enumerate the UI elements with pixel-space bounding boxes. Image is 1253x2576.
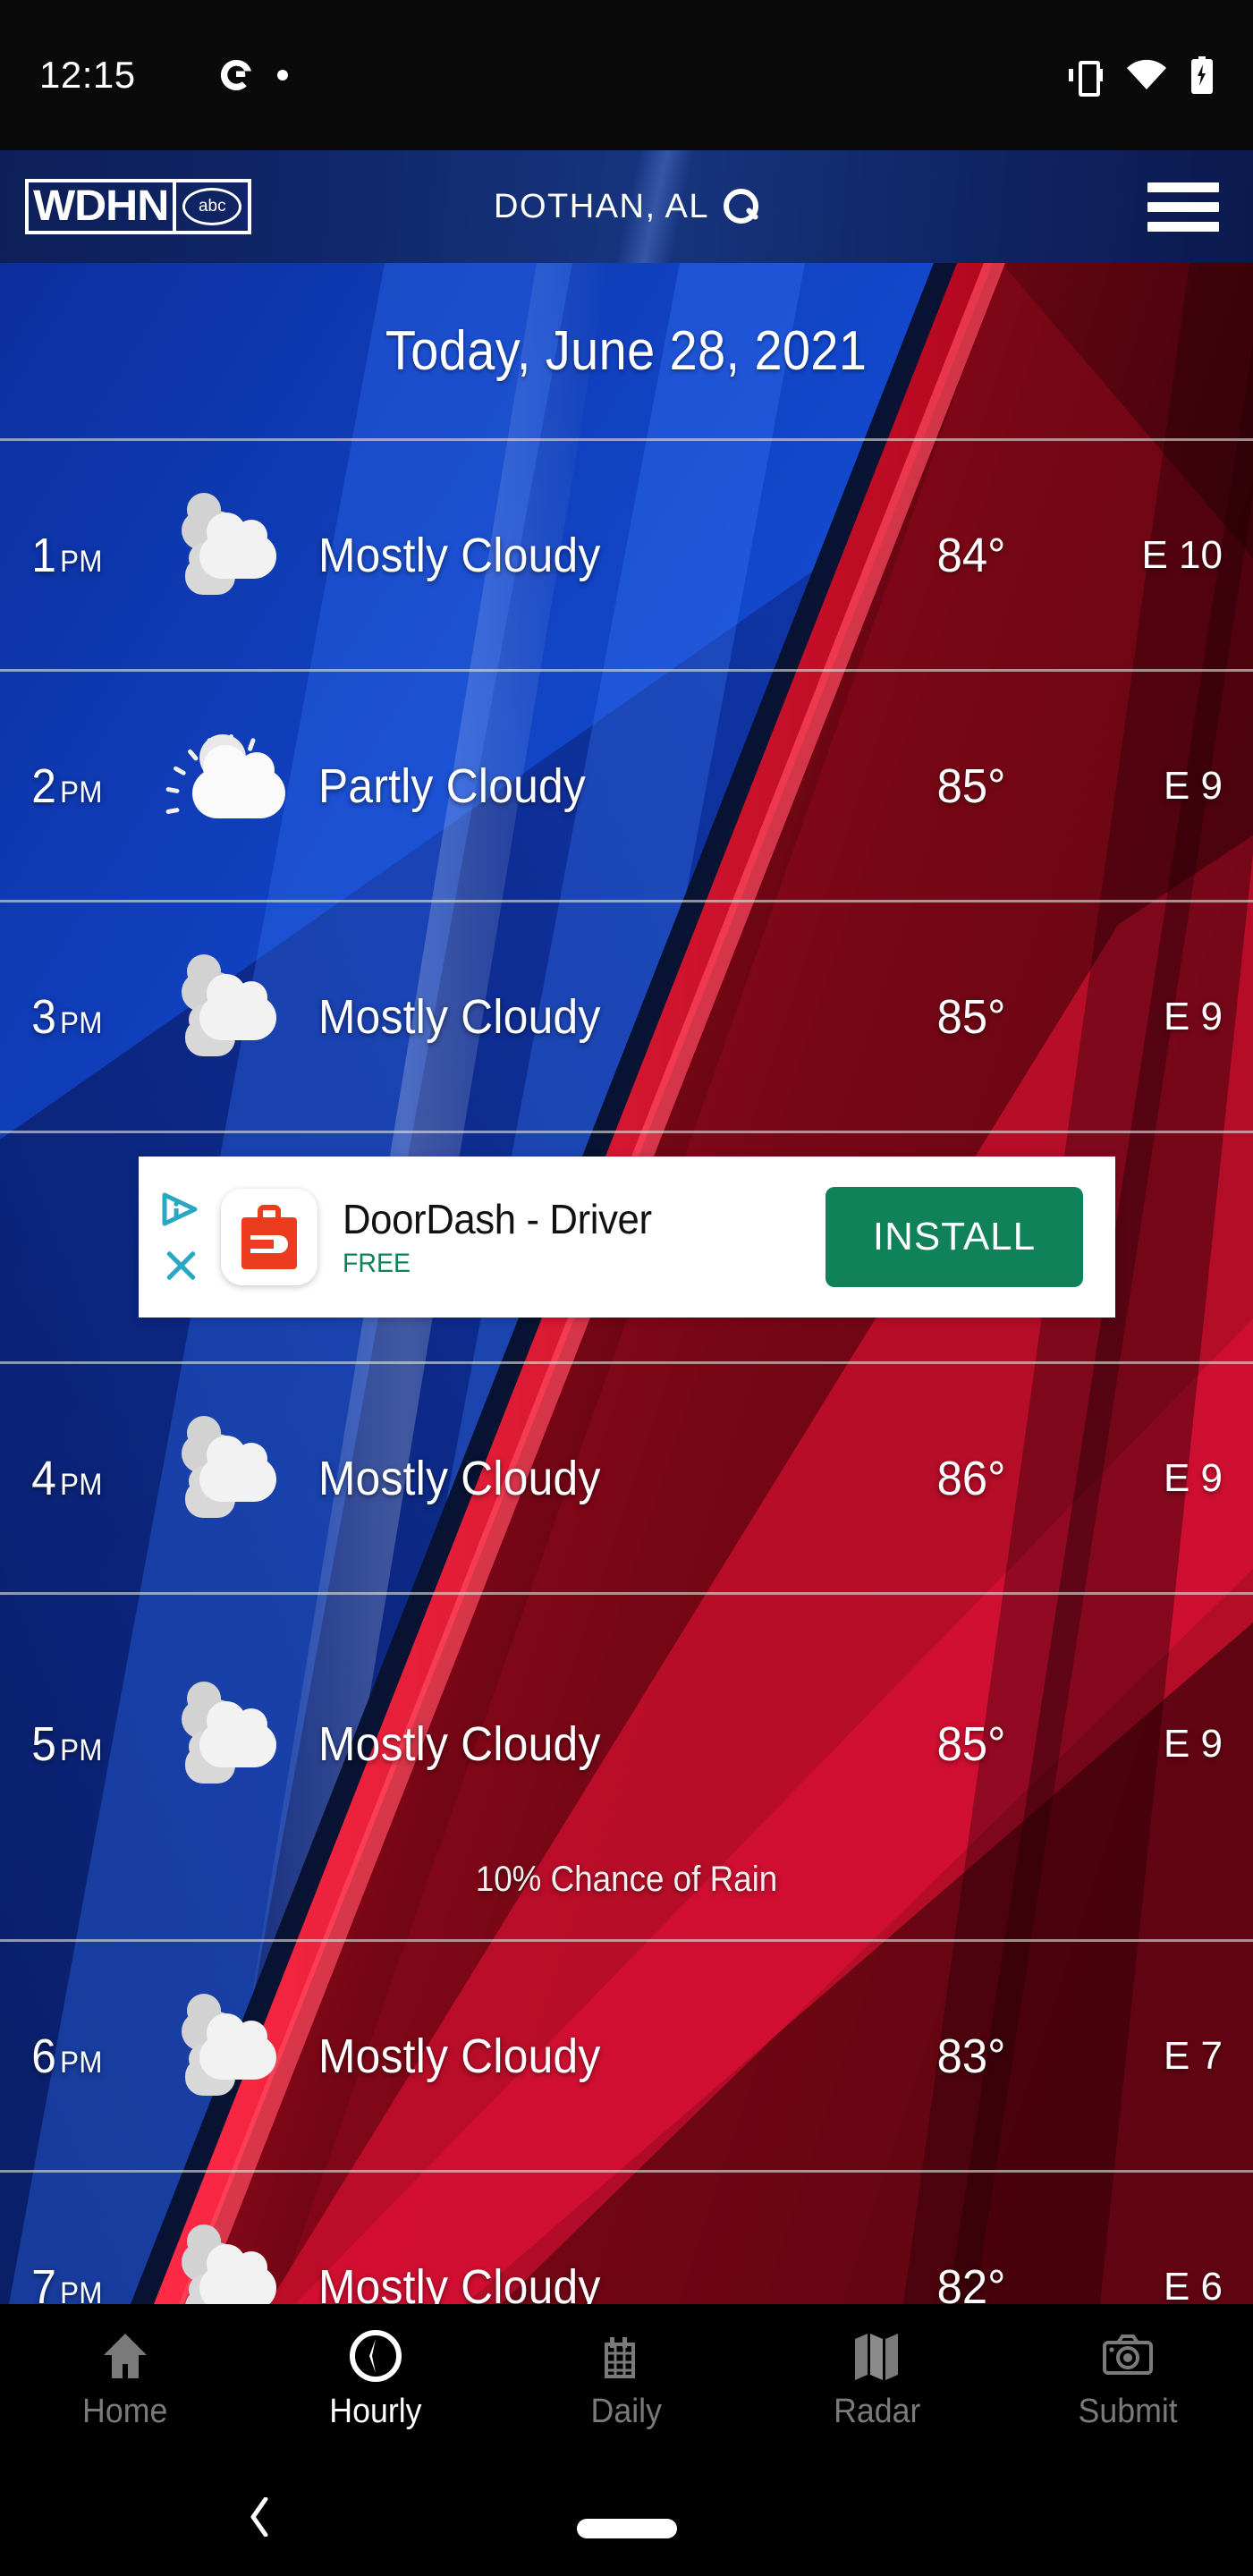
hourly-row[interactable]: 2 PM Partly Cloudy 85° E 9 bbox=[0, 672, 1253, 900]
row-time-hour: 6 bbox=[31, 2029, 57, 2083]
status-bar: 12:15 bbox=[0, 0, 1253, 150]
row-condition: Mostly Cloudy bbox=[318, 528, 601, 582]
google-icon bbox=[218, 57, 254, 93]
ad-banner-row: DoorDash - Driver FREE INSTALL bbox=[0, 1133, 1253, 1361]
install-button[interactable]: INSTALL bbox=[825, 1187, 1083, 1287]
ad-controls bbox=[139, 1157, 217, 1318]
row-condition: Mostly Cloudy bbox=[318, 1451, 601, 1505]
row-time-hour: 2 bbox=[31, 758, 57, 813]
row-wind: E 9 bbox=[1163, 1455, 1223, 1500]
camera-icon bbox=[1100, 2328, 1156, 2384]
row-rain-chance: 10% Chance of Rain bbox=[475, 1860, 778, 1899]
hourly-forecast-list: Today, June 28, 2021 1 PM Mostly Cloudy … bbox=[0, 263, 1253, 2326]
nav-item-home[interactable]: Home bbox=[0, 2328, 250, 2431]
row-temperature: 86° bbox=[936, 1451, 1006, 1505]
hourly-row[interactable]: 4 PM Mostly Cloudy 86° E 9 bbox=[0, 1364, 1253, 1592]
nav-label: Home bbox=[82, 2392, 168, 2430]
hourly-row[interactable]: 6 PM Mostly Cloudy 83° E 7 bbox=[0, 1942, 1253, 2170]
search-icon[interactable] bbox=[723, 189, 759, 225]
row-time-ampm: PM bbox=[60, 1733, 103, 1767]
hamburger-menu-icon[interactable] bbox=[1147, 182, 1219, 232]
nav-label: Daily bbox=[590, 2392, 663, 2430]
row-wind: E 9 bbox=[1163, 763, 1223, 808]
ad-price: FREE bbox=[343, 1249, 411, 1278]
calendar-icon bbox=[599, 2328, 655, 2384]
nav-item-radar[interactable]: Radar bbox=[752, 2328, 1003, 2431]
nav-label: Submit bbox=[1078, 2392, 1178, 2430]
row-time-hour: 4 bbox=[31, 1451, 57, 1505]
back-chevron-icon[interactable] bbox=[249, 2496, 270, 2538]
row-wind: E 9 bbox=[1163, 994, 1223, 1038]
hourly-row[interactable]: 5 PM Mostly Cloudy 85° E 9 10% Chance of… bbox=[0, 1595, 1253, 1939]
hourly-row[interactable]: 1 PM Mostly Cloudy 84° E 10 bbox=[0, 441, 1253, 669]
nav-label: Radar bbox=[834, 2392, 921, 2430]
current-city-label: DOTHAN, AL bbox=[494, 187, 709, 225]
bottom-navigation: Home Hourly Daily Radar Submit bbox=[0, 2304, 1253, 2454]
mostly-cloudy-icon bbox=[166, 492, 318, 609]
row-condition: Mostly Cloudy bbox=[318, 989, 601, 1044]
row-time-ampm: PM bbox=[60, 1005, 103, 1040]
row-time-hour: 5 bbox=[31, 1716, 57, 1771]
mostly-cloudy-icon bbox=[166, 1993, 318, 2110]
row-time-ampm: PM bbox=[60, 544, 103, 579]
row-time: 2 PM bbox=[0, 758, 166, 814]
mostly-cloudy-icon bbox=[166, 953, 318, 1071]
row-time-hour: 1 bbox=[31, 528, 57, 582]
ad-banner[interactable]: DoorDash - Driver FREE INSTALL bbox=[139, 1157, 1115, 1318]
vibrate-icon bbox=[1069, 57, 1103, 97]
status-bar-left: 12:15 bbox=[39, 54, 288, 97]
android-system-nav bbox=[0, 2454, 1253, 2576]
row-wind: E 9 bbox=[1163, 1721, 1223, 1766]
row-wind: E 7 bbox=[1163, 2033, 1223, 2078]
row-time: 5 PM bbox=[0, 1716, 166, 1772]
home-icon bbox=[97, 2328, 153, 2384]
row-temperature: 84° bbox=[936, 528, 1006, 582]
ad-text-block: DoorDash - Driver FREE bbox=[343, 1195, 825, 1279]
close-icon[interactable] bbox=[163, 1247, 199, 1283]
mostly-cloudy-icon bbox=[166, 1681, 318, 1798]
date-header-label: Today, June 28, 2021 bbox=[385, 319, 868, 382]
row-condition: Mostly Cloudy bbox=[318, 2029, 601, 2083]
date-header: Today, June 28, 2021 bbox=[0, 263, 1253, 438]
row-temperature: 85° bbox=[936, 989, 1006, 1044]
row-wind: E 6 bbox=[1163, 2264, 1223, 2309]
doordash-bag-icon bbox=[221, 1189, 317, 1285]
app-bar: WDHN abc DOTHAN, AL bbox=[0, 150, 1253, 263]
battery-charging-icon bbox=[1190, 56, 1214, 94]
nav-label: Hourly bbox=[329, 2392, 422, 2430]
row-time: 6 PM bbox=[0, 2029, 166, 2084]
phone-screen: 12:15 WDHN abc DOTHAN, AL Today, June 28… bbox=[0, 0, 1253, 2576]
status-bar-clock: 12:15 bbox=[39, 54, 136, 96]
clock-icon bbox=[348, 2328, 403, 2384]
row-time: 4 PM bbox=[0, 1451, 166, 1506]
ad-app-name: DoorDash - Driver bbox=[343, 1196, 652, 1242]
row-temperature: 83° bbox=[936, 2029, 1006, 2083]
row-temperature: 85° bbox=[936, 758, 1006, 813]
row-temperature: 85° bbox=[936, 1716, 1006, 1771]
row-time-ampm: PM bbox=[60, 1467, 103, 1502]
row-time: 3 PM bbox=[0, 989, 166, 1045]
row-condition: Mostly Cloudy bbox=[318, 1716, 601, 1771]
nav-item-submit[interactable]: Submit bbox=[1003, 2328, 1253, 2431]
row-time: 1 PM bbox=[0, 528, 166, 583]
notification-circle-icon bbox=[159, 57, 195, 93]
wifi-icon bbox=[1126, 59, 1167, 91]
row-wind: E 10 bbox=[1141, 532, 1223, 577]
nav-item-daily[interactable]: Daily bbox=[501, 2328, 751, 2431]
nav-item-hourly[interactable]: Hourly bbox=[250, 2328, 501, 2431]
mostly-cloudy-icon bbox=[166, 1415, 318, 1532]
adchoices-icon[interactable] bbox=[161, 1191, 200, 1227]
map-icon bbox=[850, 2328, 905, 2384]
home-pill-icon[interactable] bbox=[576, 2519, 677, 2538]
row-time-ampm: PM bbox=[60, 2045, 103, 2080]
row-time-ampm: PM bbox=[60, 775, 103, 809]
partly-cloudy-icon bbox=[165, 733, 318, 840]
row-time-hour: 3 bbox=[31, 989, 57, 1044]
dot-icon bbox=[276, 70, 288, 80]
hourly-row[interactable]: 3 PM Mostly Cloudy 85° E 9 bbox=[0, 902, 1253, 1131]
row-condition: Partly Cloudy bbox=[318, 758, 587, 813]
status-bar-right bbox=[1069, 56, 1214, 97]
location-search[interactable]: DOTHAN, AL bbox=[0, 188, 1253, 226]
